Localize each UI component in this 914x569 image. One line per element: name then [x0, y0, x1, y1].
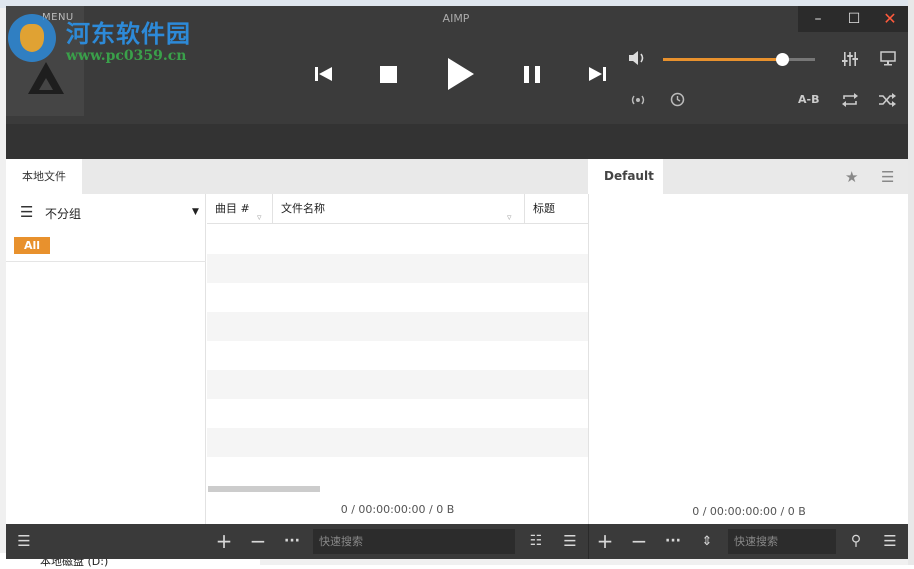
previous-icon [315, 67, 332, 81]
broadcast-icon [631, 95, 645, 105]
speaker-icon [629, 51, 644, 65]
playlist-options-icon[interactable]: ☰ [878, 524, 902, 559]
playlist-menu-icon[interactable]: ☰ [881, 168, 894, 186]
menu-button[interactable]: MENU [6, 6, 84, 116]
pause-icon [524, 66, 540, 83]
volume-button[interactable] [629, 50, 647, 66]
pause-button[interactable] [524, 66, 540, 83]
library-tabbar: 本地文件 [6, 159, 588, 194]
tab-local-files[interactable]: 本地文件 [6, 159, 82, 194]
library-search-input[interactable]: 快速搜索 [313, 529, 515, 554]
column-header-title[interactable]: 标题 [525, 194, 588, 224]
visualization-button[interactable] [880, 51, 896, 66]
shuffle-button[interactable] [879, 93, 896, 107]
column-header-track[interactable]: 曲目 # ▿ [207, 194, 273, 224]
hamburger-icon: ☰ [20, 203, 34, 221]
minimize-button[interactable]: – [800, 6, 836, 32]
table-row [207, 283, 588, 312]
aimp-window: MENU AIMP – ☐ ✕ A-B 本地文件 Default ★ ☰ ☰ 不… [6, 6, 908, 559]
previous-track-button[interactable] [315, 66, 333, 82]
shuffle-icon [879, 93, 896, 107]
horizontal-scrollbar[interactable] [208, 486, 320, 492]
grouping-panel: ☰ 不分组 ▼ All [6, 194, 206, 524]
tab-default-playlist[interactable]: Default [589, 159, 663, 194]
info-bar [6, 124, 908, 159]
table-row [207, 370, 588, 399]
window-title: AIMP [442, 12, 470, 25]
monitor-icon [880, 51, 896, 66]
playlist-panel: 0 / 00:00:00:00 / 0 B [588, 194, 908, 524]
playlist-status: 0 / 00:00:00:00 / 0 B [692, 505, 806, 518]
player-header: MENU AIMP – ☐ ✕ A-B [6, 6, 908, 124]
bottom-toolbar: ☰ + − ··· 快速搜索 ☷ ☰ + − ··· ⇕ 快速搜索 ⚲ ☰ [6, 524, 908, 559]
table-row [207, 254, 588, 283]
playlist-more-icon[interactable]: ··· [661, 524, 685, 559]
column-label: 标题 [533, 202, 555, 215]
grouping-label: 不分组 [45, 207, 82, 221]
repeat-icon [842, 93, 858, 107]
aimp-logo-inner [39, 78, 53, 90]
menu-label: MENU [42, 12, 74, 23]
radio-button[interactable] [629, 93, 647, 107]
content-area: 本地文件 Default ★ ☰ ☰ 不分组 ▼ All 曲目 # ▿ 文件名称… [6, 159, 908, 524]
volume-slider[interactable] [663, 53, 815, 66]
playlist-tabbar: Default ★ ☰ [589, 159, 908, 194]
list-menu-icon[interactable]: ☰ [12, 524, 36, 559]
column-label: 曲目 # [215, 202, 250, 215]
table-row [207, 399, 588, 428]
table-row [207, 225, 588, 254]
stop-button[interactable] [380, 66, 397, 83]
more-icon[interactable]: ··· [280, 524, 304, 559]
next-icon [589, 67, 606, 81]
remove-icon[interactable]: − [246, 524, 270, 559]
scheduler-button[interactable] [670, 92, 685, 107]
all-filter-badge[interactable]: All [14, 237, 50, 254]
volume-slider-knob[interactable] [775, 53, 789, 66]
volume-slider-fill [663, 58, 782, 61]
playlist-search-input[interactable]: 快速搜索 [728, 529, 836, 554]
column-label: 文件名称 [281, 202, 325, 215]
equalizer-button[interactable] [842, 51, 858, 67]
toolbar-divider [588, 524, 589, 559]
grouping-selector[interactable]: ☰ 不分组 ▼ [6, 194, 206, 230]
stop-icon [380, 66, 397, 83]
library-menu-icon[interactable]: ☰ [558, 524, 582, 559]
table-row [207, 312, 588, 341]
equalizer-icon [842, 52, 858, 66]
divider [6, 261, 206, 262]
clock-icon [670, 92, 685, 107]
track-list: 曲目 # ▿ 文件名称 ▿ 标题 0 / 00:00:00:00 / 0 B [207, 194, 588, 524]
search-icon[interactable]: ⚲ [844, 524, 868, 559]
desktop-right-edge [908, 0, 914, 565]
window-controls: – ☐ ✕ [798, 6, 908, 32]
repeat-button[interactable] [842, 93, 858, 107]
ab-repeat-button[interactable]: A-B [798, 93, 819, 106]
table-row [207, 341, 588, 370]
star-icon[interactable]: ★ [845, 168, 858, 186]
library-status: 0 / 00:00:00:00 / 0 B [340, 503, 455, 516]
table-row [207, 428, 588, 457]
playlist-remove-icon[interactable]: − [627, 524, 651, 559]
next-track-button[interactable] [588, 66, 606, 82]
list-view-icon[interactable]: ☷ [524, 524, 548, 559]
column-header-filename[interactable]: 文件名称 ▿ [273, 194, 525, 224]
sort-icon[interactable]: ⇕ [695, 524, 719, 559]
play-button[interactable] [448, 58, 474, 90]
playlist-add-icon[interactable]: + [593, 524, 617, 559]
caret-down-icon: ▼ [192, 207, 199, 217]
play-icon [448, 58, 474, 90]
add-icon[interactable]: + [212, 524, 236, 559]
close-button[interactable]: ✕ [872, 6, 908, 32]
maximize-button[interactable]: ☐ [836, 6, 872, 32]
